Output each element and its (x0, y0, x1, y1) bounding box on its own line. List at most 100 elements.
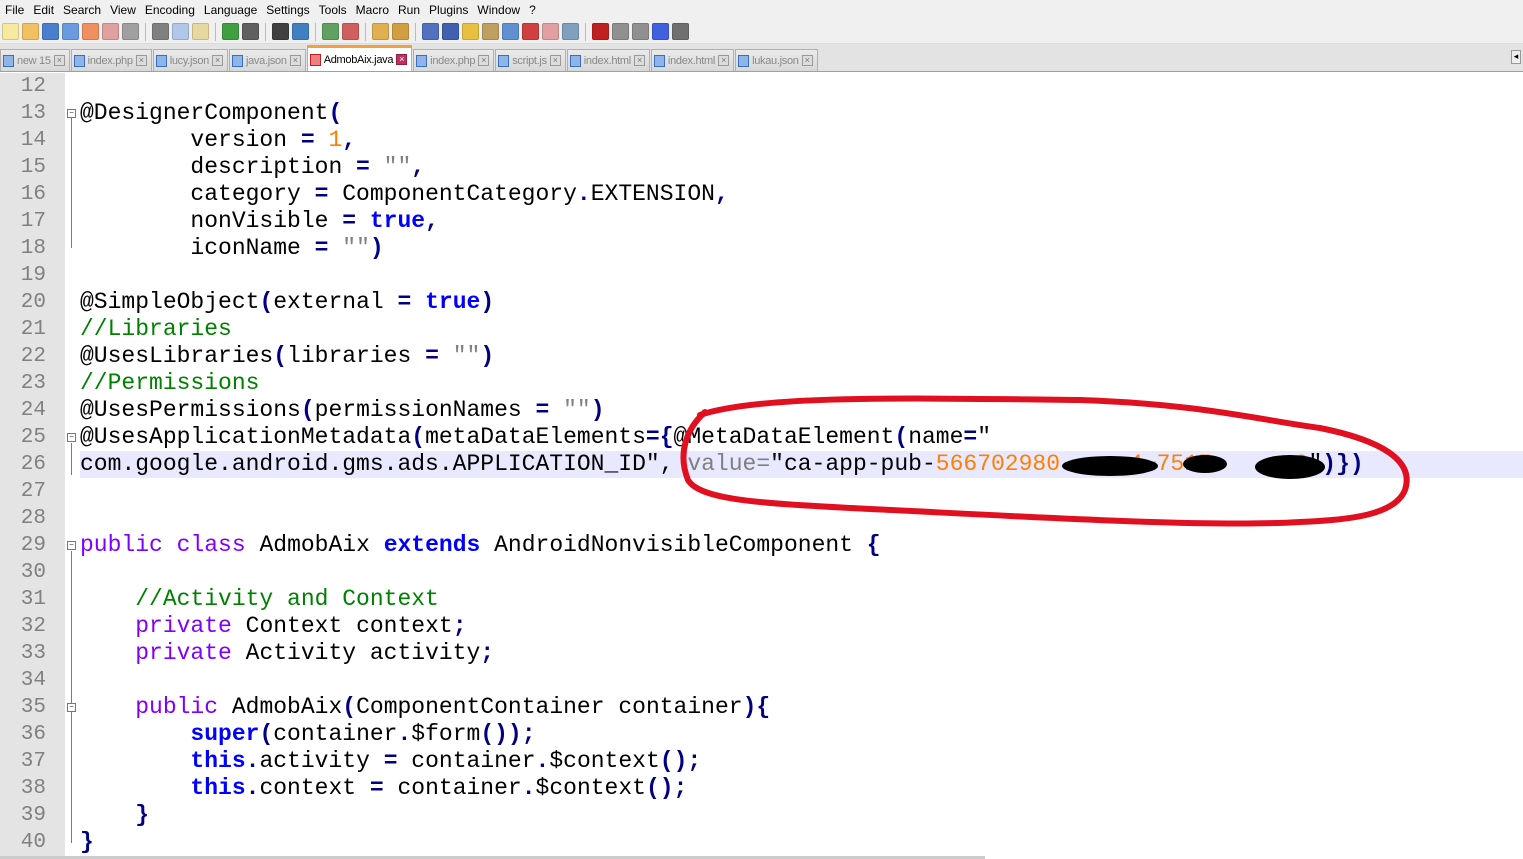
tab-index-php[interactable]: index.php × (413, 49, 495, 71)
code-token: ) (369, 235, 384, 261)
fold-toggle-icon[interactable]: − (67, 433, 76, 442)
save-macro-icon[interactable] (672, 23, 689, 40)
code-token: @UsesApplicationMetadata (80, 424, 412, 450)
paste-icon[interactable] (192, 23, 209, 40)
run-macro-multiple-icon[interactable] (652, 23, 669, 40)
close-all-icon[interactable] (102, 23, 119, 40)
code-text: description = "", (80, 154, 1523, 181)
code-text: @SimpleObject(external = true) (80, 289, 1523, 316)
code-token: " (1308, 451, 1323, 477)
toolbar (0, 20, 1523, 44)
fold-toggle-icon[interactable]: − (67, 541, 76, 550)
save-all-icon[interactable] (62, 23, 79, 40)
menu-item[interactable]: Macro (353, 3, 395, 17)
code-editor[interactable]: 12 13− @DesignerComponent(14 version = 1,… (0, 73, 1523, 859)
record-macro-icon[interactable] (592, 23, 609, 40)
replace-icon[interactable] (292, 23, 309, 40)
close-tab-icon[interactable]: × (53, 55, 65, 66)
tab-index-html[interactable]: index.html × (650, 49, 735, 71)
sync-vertical-icon[interactable] (372, 23, 389, 40)
file-icon (309, 53, 321, 66)
close-tab-icon[interactable]: × (135, 55, 147, 66)
toolbar-separator (145, 22, 146, 41)
file-icon (231, 54, 243, 67)
function-list-icon[interactable] (522, 23, 539, 40)
tab-scroll-button[interactable]: ◂ (1511, 50, 1521, 64)
new-file-icon[interactable] (2, 23, 19, 40)
print-icon[interactable] (122, 23, 139, 40)
toolbar-separator (215, 22, 216, 41)
line-number: 28 (20, 507, 46, 530)
close-tab-icon[interactable]: × (718, 55, 730, 66)
code-token: private (135, 640, 232, 666)
menu-item[interactable]: ? (526, 3, 542, 17)
code-token: = (314, 235, 329, 261)
close-tab-icon[interactable]: × (211, 55, 223, 66)
word-wrap-icon[interactable] (422, 23, 439, 40)
tab-lukau-json[interactable]: lukau.json × (735, 49, 818, 71)
fold-toggle-icon[interactable]: − (67, 703, 76, 712)
code-text: //Activity and Context (80, 586, 1523, 613)
tab-script-js[interactable]: script.js × (495, 49, 566, 71)
code-text: @DesignerComponent( (80, 100, 1523, 127)
tab-lucy-json[interactable]: lucy.json × (152, 49, 228, 71)
close-icon[interactable] (82, 23, 99, 40)
menu-item[interactable]: Encoding (142, 3, 201, 17)
play-macro-icon[interactable] (632, 23, 649, 40)
tab-index-html[interactable]: index.html × (566, 49, 650, 71)
close-tab-icon[interactable]: × (801, 55, 813, 66)
close-tab-icon[interactable]: × (478, 55, 490, 66)
tab-new-15[interactable]: new 15 × (0, 49, 70, 71)
find-icon[interactable] (272, 23, 289, 40)
stop-macro-icon[interactable] (612, 23, 629, 40)
menu-item[interactable]: Run (395, 3, 426, 17)
menu-item[interactable]: Language (201, 3, 263, 17)
code-token: Context context (231, 613, 453, 639)
close-tab-icon[interactable]: × (396, 54, 408, 65)
line-number: 25 (20, 426, 46, 449)
zoom-out-icon[interactable] (342, 23, 359, 40)
zoom-in-icon[interactable] (322, 23, 339, 40)
copy-icon[interactable] (172, 23, 189, 40)
monitoring-icon[interactable] (562, 23, 579, 40)
code-token: } (135, 802, 150, 828)
show-all-chars-icon[interactable] (442, 23, 459, 40)
menu-item[interactable]: Edit (30, 3, 60, 17)
code-token: Activity activity (231, 640, 481, 666)
code-token: " (977, 424, 992, 450)
tab-admobaix-java[interactable]: AdmobAix.java × (306, 45, 413, 71)
menu-item[interactable]: File (2, 3, 30, 17)
folder-workspace-icon[interactable] (542, 23, 559, 40)
close-tab-icon[interactable]: × (549, 55, 561, 66)
menu-item[interactable]: Plugins (426, 3, 474, 17)
menu-item[interactable]: Settings (263, 3, 315, 17)
code-text: public class AdmobAix extends AndroidNon… (80, 532, 1523, 559)
fold-toggle-icon[interactable]: − (67, 109, 76, 118)
indent-guide-icon[interactable] (462, 23, 479, 40)
undo-icon[interactable] (222, 23, 239, 40)
cut-icon[interactable] (152, 23, 169, 40)
close-tab-icon[interactable]: × (633, 55, 645, 66)
code-line: 18 iconName = "") (0, 235, 1523, 262)
menu-item[interactable]: View (107, 3, 142, 17)
menu-item[interactable]: Window (474, 3, 526, 17)
line-number: 13 (20, 102, 46, 125)
menu-item[interactable]: Search (60, 3, 107, 17)
menu-item[interactable]: Tools (316, 3, 353, 17)
save-icon[interactable] (42, 23, 59, 40)
code-token: //Activity and Context (80, 586, 439, 612)
sync-horizontal-icon[interactable] (392, 23, 409, 40)
code-token: = (300, 127, 315, 153)
open-file-icon[interactable] (22, 23, 39, 40)
code-token: . (245, 748, 260, 774)
code-text: this.context = container.$context(); (80, 775, 1523, 802)
tab-index-php[interactable]: index.php × (70, 49, 152, 71)
tab-java-json[interactable]: java.json × (228, 49, 306, 71)
user-language-icon[interactable] (482, 23, 499, 40)
document-map-icon[interactable] (502, 23, 519, 40)
close-tab-icon[interactable]: × (289, 55, 301, 66)
redo-icon[interactable] (242, 23, 259, 40)
